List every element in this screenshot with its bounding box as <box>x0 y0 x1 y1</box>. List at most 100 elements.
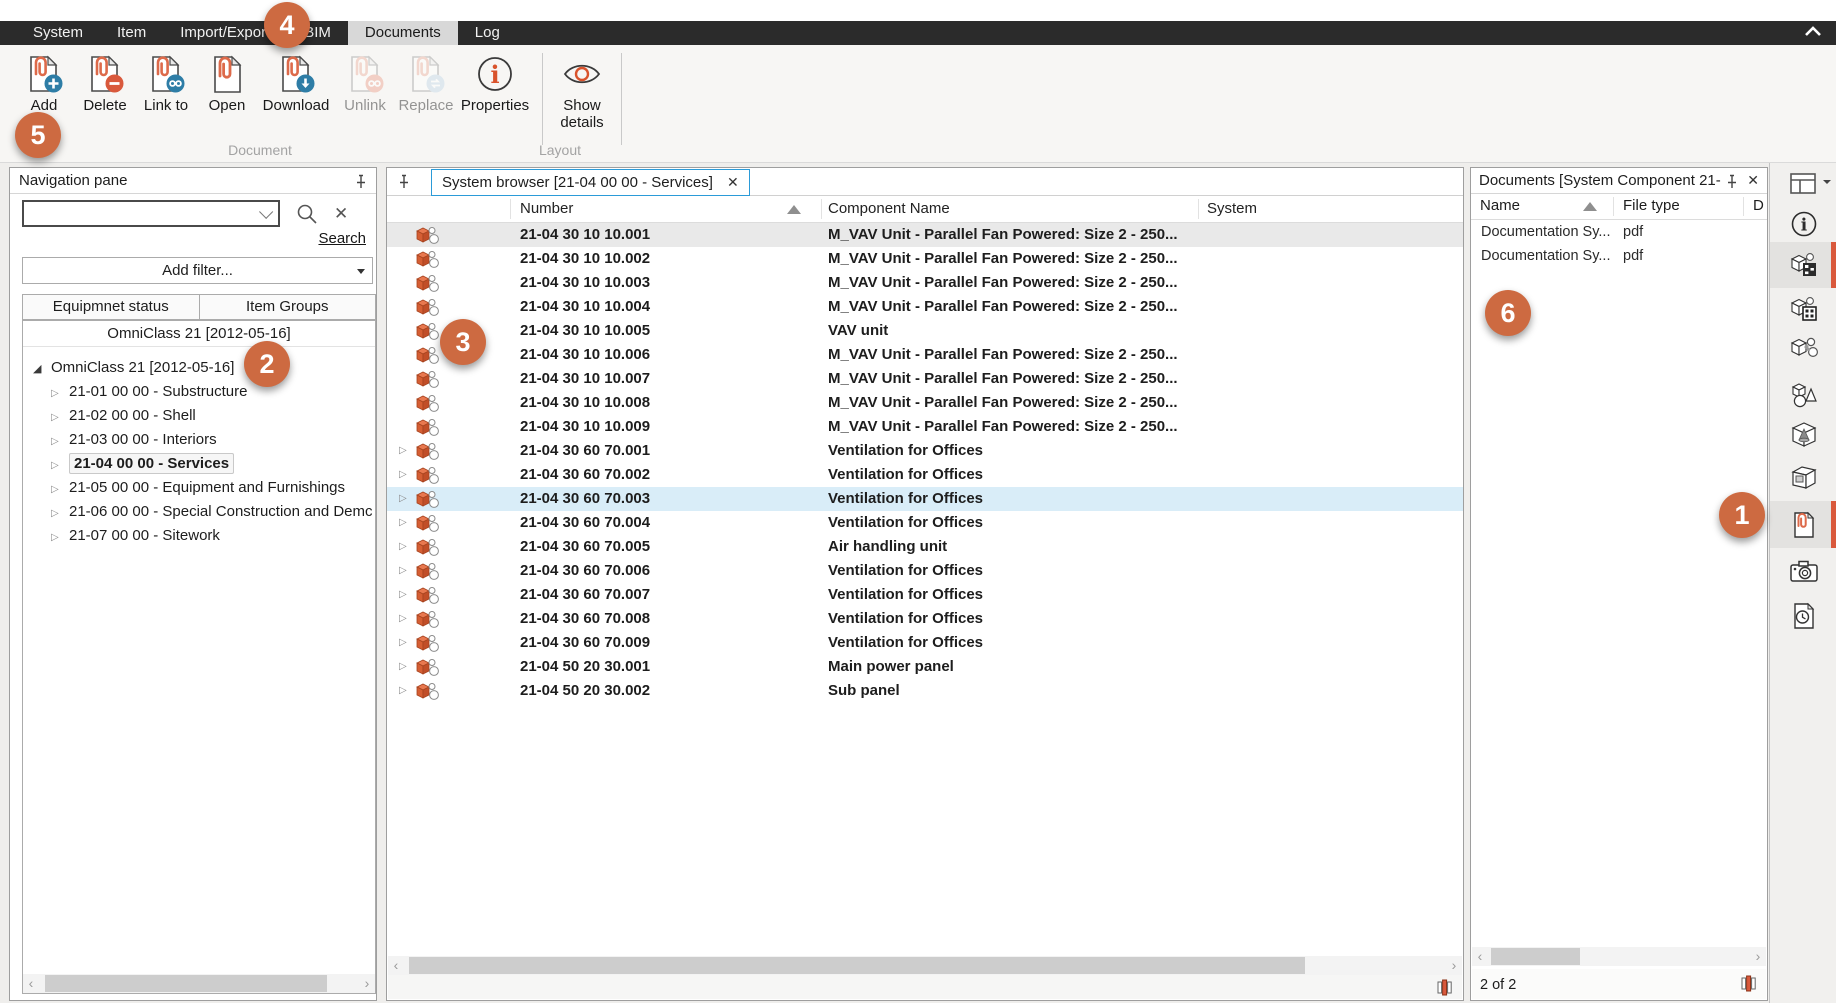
tree-item[interactable]: 21-02 00 00 - Shell <box>23 404 375 428</box>
table-row[interactable]: ▷ 21-04 30 10 10.001 M_VAV Unit - Parall… <box>387 223 1463 247</box>
pin-icon[interactable] <box>1725 173 1739 189</box>
column-divider[interactable] <box>1198 199 1199 219</box>
table-row[interactable]: ▷ 21-04 30 60 70.006 Ventilation for Off… <box>387 559 1463 583</box>
tree-expander-icon[interactable] <box>33 357 51 382</box>
properties-button[interactable]: i Properties <box>459 51 531 143</box>
row-expand-icon[interactable]: ▷ <box>399 679 413 703</box>
scroll-track[interactable] <box>39 974 359 993</box>
system-structure-panel-button[interactable] <box>1770 242 1836 288</box>
tree-item[interactable]: 21-06 00 00 - Special Construction and D… <box>23 500 375 524</box>
tree-item[interactable]: 21-04 00 00 - Services <box>23 452 375 476</box>
search-link[interactable]: Search <box>318 230 366 247</box>
model-3d-panel-button[interactable] <box>1770 416 1836 452</box>
scroll-right-icon[interactable]: › <box>359 974 375 993</box>
scroll-left-icon[interactable]: ‹ <box>388 956 404 975</box>
replace-button[interactable]: Replace <box>398 51 454 143</box>
system-matrix-panel-button[interactable] <box>1770 291 1836 327</box>
system-geometry-panel-button[interactable] <box>1770 374 1836 414</box>
row-expand-icon[interactable]: ▷ <box>399 463 413 487</box>
add-filter-dropdown[interactable]: Add filter... <box>22 257 373 284</box>
delete-button[interactable]: Delete <box>77 51 133 143</box>
column-file-type[interactable]: File type <box>1623 197 1680 214</box>
scroll-right-icon[interactable]: › <box>1446 956 1462 975</box>
table-row[interactable]: ▷ 21-04 50 20 30.002 Sub panel <box>387 679 1463 703</box>
download-button[interactable]: Download <box>260 51 332 143</box>
table-row[interactable]: ▷ 21-04 30 10 10.002 M_VAV Unit - Parall… <box>387 247 1463 271</box>
documents-horizontal-scrollbar[interactable]: ‹ › <box>1472 947 1766 966</box>
table-row[interactable]: ▷ 21-04 30 60 70.003 Ventilation for Off… <box>387 487 1463 511</box>
column-component-name[interactable]: Component Name <box>828 200 950 217</box>
menu-log[interactable]: Log <box>458 21 517 45</box>
table-row[interactable]: ▷ 21-04 30 60 70.007 Ventilation for Off… <box>387 583 1463 607</box>
scroll-track[interactable] <box>1488 947 1750 966</box>
row-expand-icon[interactable]: ▷ <box>399 439 413 463</box>
tree-item[interactable]: 21-07 00 00 - Sitework <box>23 524 375 548</box>
tree-expander-icon[interactable] <box>51 382 69 406</box>
scroll-track[interactable] <box>404 956 1446 975</box>
nav-horizontal-scrollbar[interactable]: ‹ › <box>23 974 375 993</box>
column-chooser-icon[interactable] <box>1741 975 1756 992</box>
column-divider[interactable] <box>1743 197 1744 216</box>
clear-search-icon[interactable]: ✕ <box>334 203 348 225</box>
search-input[interactable] <box>24 202 259 225</box>
table-row[interactable]: ▷ 21-04 30 10 10.008 M_VAV Unit - Parall… <box>387 391 1463 415</box>
tree-expander-icon[interactable] <box>51 478 69 502</box>
table-row[interactable]: ▷ 21-04 30 10 10.003 M_VAV Unit - Parall… <box>387 271 1463 295</box>
row-expand-icon[interactable]: ▷ <box>399 631 413 655</box>
column-system[interactable]: System <box>1207 200 1257 217</box>
column-d-clipped[interactable]: D <box>1753 197 1764 214</box>
row-expand-icon[interactable]: ▷ <box>399 535 413 559</box>
chevron-up-icon[interactable] <box>1804 25 1822 41</box>
tree-item[interactable]: 21-05 00 00 - Equipment and Furnishings <box>23 476 375 500</box>
unlink-button[interactable]: Unlink <box>337 51 393 143</box>
table-row[interactable]: ▷ 21-04 30 60 70.004 Ventilation for Off… <box>387 511 1463 535</box>
tree-item[interactable]: OmniClass 21 [2012-05-16] <box>23 356 375 380</box>
row-expand-icon[interactable]: ▷ <box>399 487 413 511</box>
scroll-thumb[interactable] <box>409 957 1305 974</box>
menu-documents[interactable]: Documents <box>348 21 458 45</box>
tab-item-groups[interactable]: Item Groups <box>200 294 377 320</box>
table-row[interactable]: ▷ 21-04 30 10 10.004 M_VAV Unit - Parall… <box>387 295 1463 319</box>
tree-expander-icon[interactable] <box>51 430 69 454</box>
info-panel-button[interactable]: i <box>1770 206 1836 242</box>
table-row[interactable]: ▷ 21-04 30 60 70.008 Ventilation for Off… <box>387 607 1463 631</box>
table-row[interactable]: ▷ 21-04 30 10 10.005 VAV unit <box>387 319 1463 343</box>
table-row[interactable]: ▷ 21-04 30 10 10.009 M_VAV Unit - Parall… <box>387 415 1463 439</box>
table-row[interactable]: ▷ 21-04 50 20 30.001 Main power panel <box>387 655 1463 679</box>
system-network-panel-button[interactable] <box>1770 330 1836 366</box>
table-row[interactable]: ▷ 21-04 30 60 70.005 Air handling unit <box>387 535 1463 559</box>
menu-system[interactable]: System <box>16 21 100 45</box>
menu-item[interactable]: Item <box>100 21 163 45</box>
row-expand-icon[interactable]: ▷ <box>399 655 413 679</box>
tree-item[interactable]: 21-03 00 00 - Interiors <box>23 428 375 452</box>
package-panel-button[interactable] <box>1770 458 1836 496</box>
scroll-right-icon[interactable]: › <box>1750 947 1766 966</box>
open-button[interactable]: Open <box>199 51 255 143</box>
document-row[interactable]: Documentation Sy... pdf <box>1471 244 1767 268</box>
tree-expander-icon[interactable] <box>51 406 69 430</box>
documents-panel-button[interactable] <box>1770 501 1836 548</box>
row-expand-icon[interactable]: ▷ <box>399 511 413 535</box>
column-divider[interactable] <box>821 199 822 219</box>
scroll-thumb[interactable] <box>45 975 327 992</box>
chevron-down-icon[interactable] <box>259 204 273 218</box>
link-to-button[interactable]: Link to <box>138 51 194 143</box>
history-panel-button[interactable] <box>1770 597 1836 635</box>
table-row[interactable]: ▷ 21-04 30 10 10.006 M_VAV Unit - Parall… <box>387 343 1463 367</box>
scroll-thumb[interactable] <box>1491 948 1580 965</box>
tab-system-browser[interactable]: System browser [21-04 00 00 - Services] … <box>431 169 750 196</box>
tree-item[interactable]: 21-01 00 00 - Substructure <box>23 380 375 404</box>
search-icon[interactable] <box>296 203 318 225</box>
table-row[interactable]: ▷ 21-04 30 60 70.002 Ventilation for Off… <box>387 463 1463 487</box>
row-expand-icon[interactable]: ▷ <box>399 583 413 607</box>
show-details-button[interactable]: Show details <box>554 51 610 143</box>
document-row[interactable]: Documentation Sy... pdf <box>1471 220 1767 244</box>
tree-expander-icon[interactable] <box>51 526 69 550</box>
pin-icon[interactable] <box>354 173 368 189</box>
pane-layout-button[interactable] <box>1770 168 1836 200</box>
table-row[interactable]: ▷ 21-04 30 60 70.001 Ventilation for Off… <box>387 439 1463 463</box>
scroll-left-icon[interactable]: ‹ <box>23 974 39 993</box>
column-divider[interactable] <box>1613 197 1614 216</box>
table-row[interactable]: ▷ 21-04 30 60 70.009 Ventilation for Off… <box>387 631 1463 655</box>
pin-icon[interactable] <box>397 174 411 190</box>
